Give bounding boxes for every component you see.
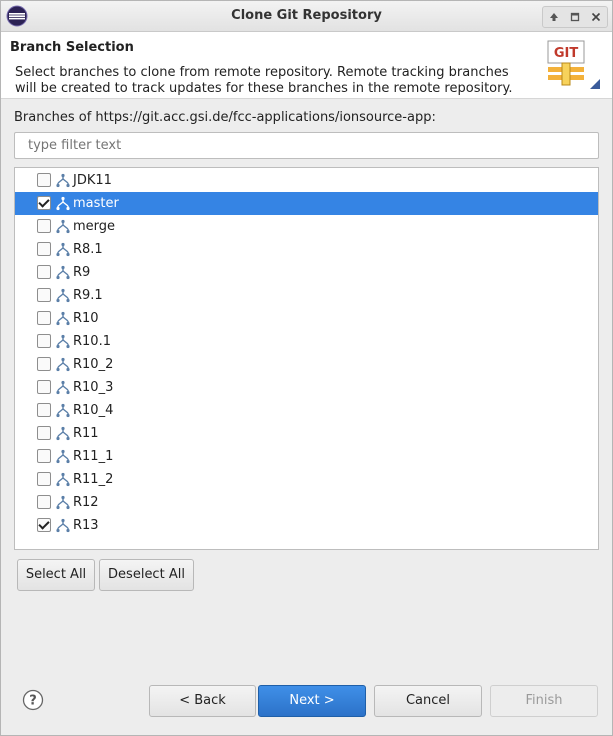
page-title: Branch Selection [10, 40, 134, 55]
branch-row[interactable]: R8.1 [15, 238, 598, 261]
branch-icon [55, 403, 71, 418]
cancel-button[interactable]: Cancel [374, 685, 482, 717]
branch-row[interactable]: JDK11 [15, 169, 598, 192]
branch-label: R8.1 [73, 242, 103, 257]
branch-checkbox[interactable] [37, 472, 51, 486]
branch-icon [55, 288, 71, 303]
branch-icon [55, 265, 71, 280]
branch-label: R10_4 [73, 403, 114, 418]
filter-input[interactable] [14, 132, 599, 159]
branch-row[interactable]: R11 [15, 422, 598, 445]
branch-list[interactable]: JDK11 master merge R8.1 R9 R9.1 R10 R10.1 R10_2 R… [14, 167, 599, 550]
branch-row[interactable]: R9.1 [15, 284, 598, 307]
branch-checkbox[interactable] [37, 449, 51, 463]
next-button[interactable]: Next > [258, 685, 366, 717]
branch-checkbox[interactable] [37, 196, 51, 210]
branch-icon [55, 196, 71, 211]
window-title: Clone Git Repository [231, 8, 382, 23]
back-button[interactable]: < Back [149, 685, 256, 717]
branch-label: R11 [73, 426, 99, 441]
branch-checkbox[interactable] [37, 403, 51, 417]
git-logo-icon: GIT [547, 40, 600, 89]
branch-checkbox[interactable] [37, 334, 51, 348]
branch-checkbox[interactable] [37, 219, 51, 233]
branch-checkbox[interactable] [37, 518, 51, 532]
branch-row[interactable]: R12 [15, 491, 598, 514]
branch-label: R11_2 [73, 472, 114, 487]
restore-icon[interactable] [564, 7, 585, 27]
branch-icon [55, 449, 71, 464]
branch-icon [55, 472, 71, 487]
branch-label: R9 [73, 265, 91, 280]
close-icon[interactable] [586, 7, 607, 27]
title-bar[interactable]: Clone Git Repository [1, 1, 612, 32]
branch-icon [55, 173, 71, 188]
branch-label: R9.1 [73, 288, 103, 303]
branch-row[interactable]: master [15, 192, 598, 215]
branch-row[interactable]: R9 [15, 261, 598, 284]
branch-label: master [73, 196, 119, 211]
branch-label: R10_2 [73, 357, 114, 372]
branch-label: R10.1 [73, 334, 111, 349]
branch-label: R13 [73, 518, 99, 533]
window-controls [542, 6, 608, 28]
clone-git-repository-dialog: Clone Git Repository Branch Selection Se… [0, 0, 613, 736]
branch-row[interactable]: R13 [15, 514, 598, 537]
branch-checkbox[interactable] [37, 288, 51, 302]
help-icon[interactable]: ? [22, 689, 44, 711]
branch-row[interactable]: R11_1 [15, 445, 598, 468]
branch-icon [55, 518, 71, 533]
branch-checkbox[interactable] [37, 357, 51, 371]
branch-icon [55, 311, 71, 326]
branch-row[interactable]: merge [15, 215, 598, 238]
branch-row[interactable]: R10.1 [15, 330, 598, 353]
branch-icon [55, 357, 71, 372]
svg-text:?: ? [29, 694, 37, 709]
branch-icon [55, 334, 71, 349]
deselect-all-button[interactable]: Deselect All [99, 559, 194, 591]
maximize-up-icon[interactable] [543, 7, 564, 27]
branch-icon [55, 219, 71, 234]
branch-icon [55, 380, 71, 395]
branch-label: JDK11 [73, 173, 112, 188]
branch-label: R10_3 [73, 380, 114, 395]
page-description: Select branches to clone from remote rep… [15, 65, 513, 96]
branch-checkbox[interactable] [37, 380, 51, 394]
branch-checkbox[interactable] [37, 173, 51, 187]
branch-row[interactable]: R10_4 [15, 399, 598, 422]
wizard-header: Branch Selection Select branches to clon… [1, 32, 612, 99]
branch-icon [55, 242, 71, 257]
branch-label: R12 [73, 495, 99, 510]
branch-row[interactable]: R10 [15, 307, 598, 330]
branches-label: Branches of https://git.acc.gsi.de/fcc-a… [14, 110, 436, 125]
branch-label: R11_1 [73, 449, 114, 464]
branch-checkbox[interactable] [37, 311, 51, 325]
branch-icon [55, 426, 71, 441]
branch-icon [55, 495, 71, 510]
branch-row[interactable]: R11_2 [15, 468, 598, 491]
finish-button: Finish [490, 685, 598, 717]
branch-row[interactable]: R10_2 [15, 353, 598, 376]
branch-checkbox[interactable] [37, 495, 51, 509]
git-logo-text: GIT [554, 46, 579, 61]
branch-label: merge [73, 219, 116, 234]
branch-checkbox[interactable] [37, 426, 51, 440]
branch-label: R10 [73, 311, 99, 326]
branch-checkbox[interactable] [37, 265, 51, 279]
select-all-button[interactable]: Select All [17, 559, 95, 591]
branch-row[interactable]: R10_3 [15, 376, 598, 399]
branch-checkbox[interactable] [37, 242, 51, 256]
